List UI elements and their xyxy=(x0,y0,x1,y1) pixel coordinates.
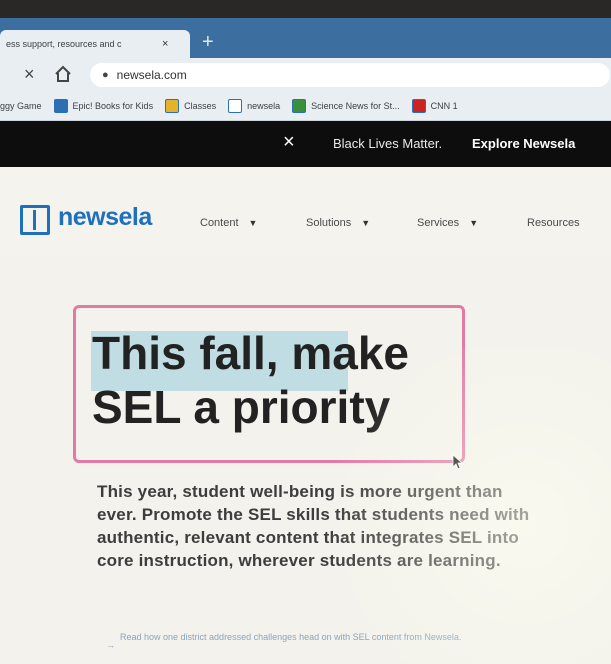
bookmark-label: Epic! Books for Kids xyxy=(72,101,154,111)
address-row: × ● newsela.com xyxy=(0,58,611,92)
chevron-down-icon: ▼ xyxy=(469,218,479,228)
bookmark-item[interactable]: CNN 1 xyxy=(411,99,458,113)
nav-resources[interactable]: Resources xyxy=(527,217,580,229)
tab-strip: ess support, resources and c × + xyxy=(0,18,611,58)
site-header: newsela Content ▼ Solutions ▼ Services ▼ Re… xyxy=(0,167,611,257)
nav-solutions[interactable]: Solutions ▼ xyxy=(306,217,370,229)
new-tab-icon[interactable]: + xyxy=(202,32,214,52)
bookmark-item[interactable]: Epic! Books for Kids xyxy=(53,99,154,113)
site-logo[interactable]: newsela xyxy=(58,203,152,232)
chevron-down-icon: ▼ xyxy=(248,218,258,228)
hero-title-line: SEL a priority xyxy=(92,381,391,433)
bookmark-label: Classes xyxy=(184,101,217,111)
nav-label: Content xyxy=(200,217,239,229)
nav-services[interactable]: Services ▼ xyxy=(417,217,478,229)
banner-close-icon[interactable]: × xyxy=(283,131,295,154)
hero-title: This fall, make SEL a priority xyxy=(92,326,462,434)
url-text: newsela.com xyxy=(116,68,187,82)
active-tab[interactable]: ess support, resources and c × xyxy=(0,30,190,58)
address-bar[interactable]: ● newsela.com xyxy=(90,63,610,87)
nav-content[interactable]: Content ▼ xyxy=(200,217,257,229)
bookmark-icon xyxy=(165,99,180,113)
hero-title-line: This fall, make xyxy=(92,327,410,379)
banner-link[interactable]: Explore Newsela xyxy=(472,136,575,151)
bookmark-label: CNN 1 xyxy=(430,101,458,111)
close-icon[interactable]: × xyxy=(24,64,35,85)
hero-description: This year, student well-being is more ur… xyxy=(97,482,530,570)
chevron-down-icon: ▼ xyxy=(361,218,371,228)
bookmark-item[interactable]: ggy Game xyxy=(0,101,42,111)
lock-icon: ● xyxy=(102,69,109,81)
browser-window: ess support, resources and c × + × ● new… xyxy=(0,18,611,664)
bookmark-label: Science News for St... xyxy=(311,101,400,111)
newsela-logo-icon[interactable] xyxy=(20,205,50,235)
bookmark-label: newsela xyxy=(247,101,281,111)
bookmark-item[interactable]: newsela xyxy=(228,99,280,113)
bookmark-item[interactable]: Science News for St... xyxy=(292,99,400,113)
bookmark-item[interactable]: Classes xyxy=(165,99,216,113)
bookmarks-bar: ggy Game Epic! Books for Kids Classes newse… xyxy=(0,92,611,121)
home-icon[interactable] xyxy=(54,65,72,83)
banner-text: Black Lives Matter. xyxy=(333,136,443,151)
bookmark-icon xyxy=(53,99,68,113)
nav-label: Services xyxy=(417,217,460,229)
bookmark-icon xyxy=(292,99,307,113)
tab-close-icon[interactable]: × xyxy=(162,38,168,50)
monitor-bezel xyxy=(0,0,611,18)
mouse-cursor-icon xyxy=(452,454,462,470)
nav-label: Resources xyxy=(527,217,580,229)
arrow-icon: → xyxy=(106,640,115,650)
bookmark-icon xyxy=(411,99,426,113)
tab-title: ess support, resources and c xyxy=(6,39,122,49)
announcement-banner: × Black Lives Matter. Explore Newsela xyxy=(0,121,611,167)
case-study-link[interactable]: Read how one district addressed challeng… xyxy=(120,631,520,643)
nav-label: Solutions xyxy=(306,217,352,229)
bookmark-label: ggy Game xyxy=(0,101,42,111)
bookmark-icon xyxy=(228,99,243,113)
